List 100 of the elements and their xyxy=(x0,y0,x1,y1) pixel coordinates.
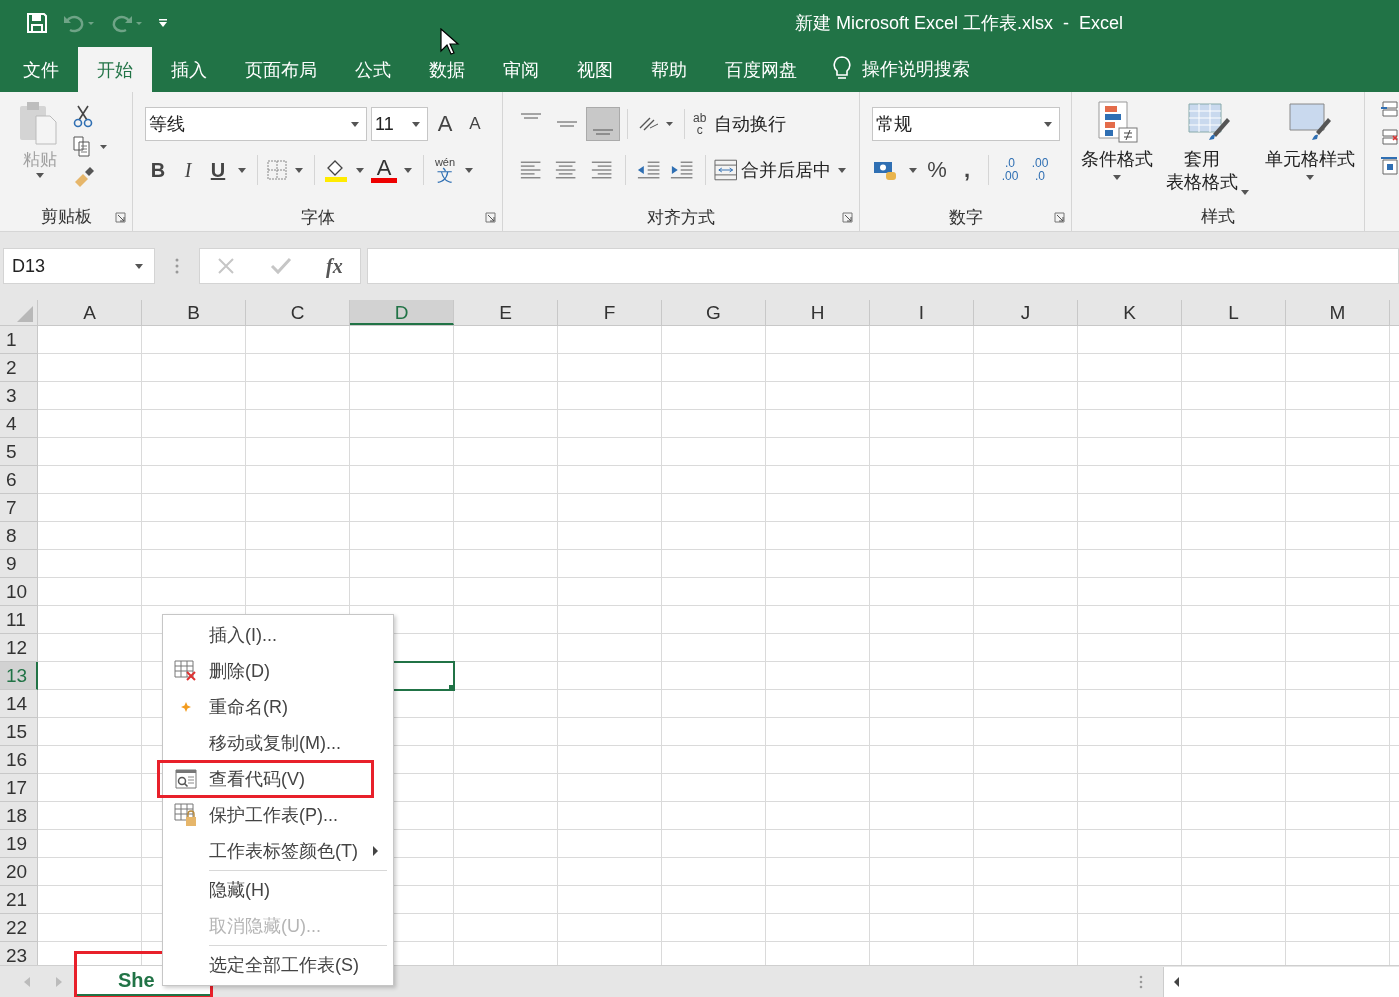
caret-icon[interactable] xyxy=(238,167,246,173)
menu-item[interactable]: 插入(I)... xyxy=(163,617,393,653)
dialog-launcher-icon[interactable] xyxy=(842,212,853,223)
ribbon-tab[interactable]: 帮助 xyxy=(632,47,706,92)
merge-center-button[interactable]: 合并后居中 xyxy=(741,158,831,182)
ribbon-tab[interactable]: 文件 xyxy=(4,47,78,92)
row-header[interactable]: 20 xyxy=(0,858,38,886)
row-header[interactable]: 13 xyxy=(0,662,38,690)
ribbon-tab[interactable]: 插入 xyxy=(152,47,226,92)
scissors-icon[interactable] xyxy=(72,104,94,128)
menu-item[interactable]: 删除(D) xyxy=(163,653,393,689)
underline-button[interactable]: U xyxy=(205,155,231,185)
row-header[interactable]: 22 xyxy=(0,914,38,942)
styles-button[interactable]: 条件格式 xyxy=(1081,148,1154,172)
menu-item[interactable]: 移动或复制(M)... xyxy=(163,725,393,761)
dropdown-icon[interactable] xyxy=(158,17,168,28)
row-header[interactable]: 7 xyxy=(0,494,38,522)
merge-cells-icon[interactable] xyxy=(713,159,737,181)
row-header[interactable]: 19 xyxy=(0,830,38,858)
styles-button[interactable]: 套用 表格格式 xyxy=(1166,148,1238,195)
tell-me-search[interactable]: 操作说明搜索 xyxy=(862,47,970,92)
scroll-left-icon[interactable] xyxy=(1172,975,1182,988)
shrink-font-button[interactable]: A xyxy=(462,109,488,139)
caret-icon[interactable] xyxy=(909,167,917,173)
column-header[interactable]: B xyxy=(142,300,246,325)
column-header[interactable]: M xyxy=(1286,300,1390,325)
row-header[interactable]: 16 xyxy=(0,746,38,774)
row-header[interactable]: 15 xyxy=(0,718,38,746)
caret-icon[interactable] xyxy=(1305,175,1314,181)
caret-icon[interactable] xyxy=(36,173,44,178)
ribbon-tab[interactable]: 视图 xyxy=(558,47,632,92)
caret-icon[interactable] xyxy=(1241,189,1249,195)
row-header[interactable]: 6 xyxy=(0,466,38,494)
row-header[interactable]: 1 xyxy=(0,326,38,354)
bold-button[interactable]: B xyxy=(145,155,171,185)
column-header[interactable]: K xyxy=(1078,300,1182,325)
delete-cells-icon[interactable] xyxy=(1379,128,1399,148)
column-header[interactable]: I xyxy=(870,300,974,325)
menu-item[interactable]: 查看代码(V) xyxy=(163,761,393,797)
grow-font-button[interactable]: A xyxy=(432,109,458,139)
caret-icon[interactable] xyxy=(1044,121,1052,127)
font-size-combo[interactable]: 11 xyxy=(371,107,428,141)
row-header[interactable]: 11 xyxy=(0,606,38,634)
column-header[interactable]: E xyxy=(454,300,558,325)
lightbulb-icon[interactable] xyxy=(832,55,852,81)
row-header[interactable]: 4 xyxy=(0,410,38,438)
row-header[interactable]: 17 xyxy=(0,774,38,802)
phonetic-button[interactable]: wén 文 xyxy=(432,155,458,185)
styles-button[interactable]: 单元格样式 xyxy=(1264,148,1355,172)
number-format-combo[interactable]: 常规 xyxy=(872,107,1060,141)
column-header[interactable]: D xyxy=(350,300,454,325)
caret-icon[interactable] xyxy=(351,121,359,127)
font-name-combo[interactable]: 等线 xyxy=(145,107,367,141)
row-header[interactable]: 12 xyxy=(0,634,38,662)
name-box[interactable]: D13 xyxy=(3,248,155,284)
row-header[interactable]: 8 xyxy=(0,522,38,550)
formula-input[interactable] xyxy=(367,248,1399,284)
insert-cells-icon[interactable] xyxy=(1379,100,1399,120)
conditional-format-icon[interactable] xyxy=(1095,100,1140,144)
caret-icon[interactable] xyxy=(295,167,303,173)
copy-icon[interactable] xyxy=(72,136,108,158)
italic-button[interactable]: I xyxy=(175,155,201,185)
decrease-decimal-button[interactable]: .00 .0 xyxy=(1027,155,1053,185)
ribbon-tab[interactable]: 开始 xyxy=(78,47,152,92)
column-header[interactable]: L xyxy=(1182,300,1286,325)
caret-icon[interactable] xyxy=(356,167,364,173)
font-color-button[interactable]: A xyxy=(371,157,397,183)
ribbon-tab[interactable]: 百度网盘 xyxy=(706,47,816,92)
column-header[interactable]: A xyxy=(38,300,142,325)
row-header[interactable]: 21 xyxy=(0,886,38,914)
increase-decimal-button[interactable]: .0 .00 xyxy=(997,155,1023,185)
ribbon-tab[interactable]: 公式 xyxy=(336,47,410,92)
menu-item[interactable]: 重命名(R) xyxy=(163,689,393,725)
format-cells-icon[interactable] xyxy=(1379,156,1399,176)
dialog-launcher-icon[interactable] xyxy=(115,212,126,223)
row-header[interactable]: 23 xyxy=(0,942,38,965)
column-header[interactable]: G xyxy=(662,300,766,325)
comma-style-button[interactable]: , xyxy=(954,155,980,185)
ribbon-tab[interactable]: 数据 xyxy=(410,47,484,92)
caret-icon[interactable] xyxy=(412,121,420,127)
percent-button[interactable]: % xyxy=(924,155,950,185)
caret-icon[interactable] xyxy=(404,167,412,173)
menu-item[interactable]: 保护工作表(P)... xyxy=(163,797,393,833)
caret-icon[interactable] xyxy=(135,263,143,269)
row-header[interactable]: 18 xyxy=(0,802,38,830)
save-icon[interactable] xyxy=(26,11,48,34)
caret-icon[interactable] xyxy=(838,167,846,173)
row-header[interactable]: 3 xyxy=(0,382,38,410)
ribbon-tab[interactable]: 页面布局 xyxy=(226,47,336,92)
caret-icon[interactable] xyxy=(1113,175,1122,181)
column-header[interactable]: H xyxy=(766,300,870,325)
dialog-launcher-icon[interactable] xyxy=(485,212,496,223)
insert-function-button[interactable]: fx xyxy=(326,254,343,278)
row-header[interactable]: 14 xyxy=(0,690,38,718)
caret-icon[interactable] xyxy=(465,167,473,173)
ribbon-tab[interactable]: 审阅 xyxy=(484,47,558,92)
column-header[interactable]: F xyxy=(558,300,662,325)
dialog-launcher-icon[interactable] xyxy=(1054,212,1065,223)
horizontal-scrollbar[interactable] xyxy=(1163,966,1399,997)
row-header[interactable]: 5 xyxy=(0,438,38,466)
